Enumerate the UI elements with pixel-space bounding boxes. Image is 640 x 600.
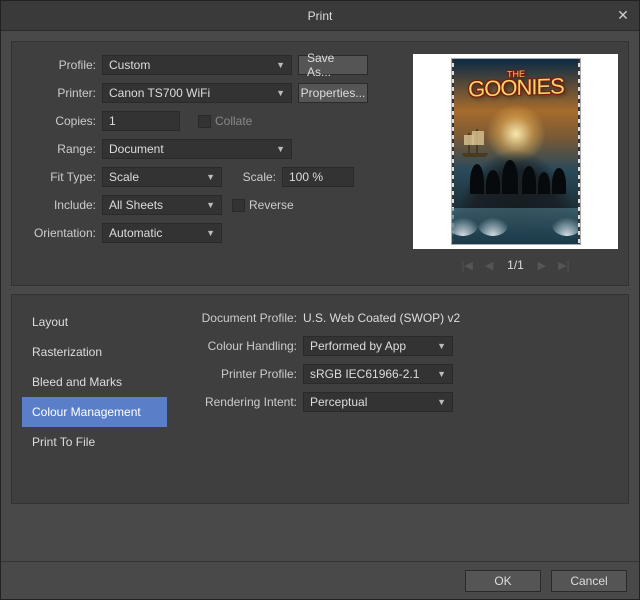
tab-content-colour: Document Profile: U.S. Web Coated (SWOP)… — [177, 307, 618, 491]
include-value: All Sheets — [109, 198, 163, 212]
collate-label: Collate — [215, 114, 252, 128]
chevron-down-icon: ▼ — [206, 228, 215, 238]
reverse-checkbox[interactable] — [232, 199, 245, 212]
chevron-down-icon: ▼ — [276, 60, 285, 70]
copies-label: Copies: — [22, 114, 102, 128]
dialog-content: Profile: Custom ▼ Save As... Printer: Ca… — [1, 31, 639, 561]
range-label: Range: — [22, 142, 102, 156]
tab-layout[interactable]: Layout — [22, 307, 167, 337]
dialog-footer: OK Cancel — [1, 561, 639, 599]
reverse-label: Reverse — [249, 198, 294, 212]
form-area: Profile: Custom ▼ Save As... Printer: Ca… — [22, 54, 403, 273]
scale-input[interactable]: 100 % — [282, 167, 354, 187]
last-page-icon[interactable]: ▶| — [556, 257, 572, 273]
page-indicator: 1/1 — [507, 258, 524, 272]
fit-value: Scale — [109, 170, 139, 184]
options-panel: Layout Rasterization Bleed and Marks Col… — [11, 294, 629, 504]
next-page-icon[interactable]: ▶ — [534, 257, 550, 273]
titlebar: Print ✕ — [1, 1, 639, 31]
chevron-down-icon: ▼ — [276, 144, 285, 154]
orient-label: Orientation: — [22, 226, 102, 240]
printer-value: Canon TS700 WiFi — [109, 86, 210, 100]
chevron-down-icon: ▼ — [437, 341, 446, 351]
fit-label: Fit Type: — [22, 170, 102, 184]
save-as-button[interactable]: Save As... — [298, 55, 368, 75]
chevron-down-icon: ▼ — [437, 397, 446, 407]
chevron-down-icon: ▼ — [206, 200, 215, 210]
intent-value: Perceptual — [310, 395, 367, 409]
print-dialog: Print ✕ Profile: Custom ▼ Save As... Pri… — [0, 0, 640, 600]
close-icon[interactable]: ✕ — [615, 7, 631, 23]
intent-label: Rendering Intent: — [185, 395, 303, 409]
profile-value: Custom — [109, 58, 150, 72]
include-select[interactable]: All Sheets ▼ — [102, 195, 222, 215]
copies-input[interactable]: 1 — [102, 111, 180, 131]
collate-checkbox[interactable] — [198, 115, 211, 128]
printer-select[interactable]: Canon TS700 WiFi ▼ — [102, 83, 292, 103]
chevron-down-icon: ▼ — [206, 172, 215, 182]
tab-colour-management[interactable]: Colour Management — [22, 397, 167, 427]
preview-page: THEGOONIES — [452, 59, 580, 244]
range-select[interactable]: Document ▼ — [102, 139, 292, 159]
window-title: Print — [308, 9, 333, 23]
fit-select[interactable]: Scale ▼ — [102, 167, 222, 187]
chevron-down-icon: ▼ — [437, 369, 446, 379]
tab-print-to-file[interactable]: Print To File — [22, 427, 167, 457]
options-tabs: Layout Rasterization Bleed and Marks Col… — [22, 307, 167, 491]
cancel-button[interactable]: Cancel — [551, 570, 627, 592]
docprofile-value: U.S. Web Coated (SWOP) v2 — [303, 311, 460, 325]
handling-label: Colour Handling: — [185, 339, 303, 353]
scale-label: Scale: — [222, 170, 282, 184]
handling-value: Performed by App — [310, 339, 406, 353]
prev-page-icon[interactable]: ◀ — [481, 257, 497, 273]
preview-canvas: THEGOONIES — [413, 54, 618, 249]
print-settings-panel: Profile: Custom ▼ Save As... Printer: Ca… — [11, 41, 629, 286]
pprofile-label: Printer Profile: — [185, 367, 303, 381]
page-navigator: |◀ ◀ 1/1 ▶ ▶| — [459, 257, 572, 273]
orient-value: Automatic — [109, 226, 162, 240]
include-label: Include: — [22, 198, 102, 212]
profile-select[interactable]: Custom ▼ — [102, 55, 292, 75]
first-page-icon[interactable]: |◀ — [459, 257, 475, 273]
orient-select[interactable]: Automatic ▼ — [102, 223, 222, 243]
printer-label: Printer: — [22, 86, 102, 100]
handling-select[interactable]: Performed by App ▼ — [303, 336, 453, 356]
intent-select[interactable]: Perceptual ▼ — [303, 392, 453, 412]
tab-rasterization[interactable]: Rasterization — [22, 337, 167, 367]
range-value: Document — [109, 142, 164, 156]
tab-bleed-marks[interactable]: Bleed and Marks — [22, 367, 167, 397]
preview-area: THEGOONIES |◀ ◀ 1/1 ▶ ▶| — [413, 54, 618, 273]
docprofile-label: Document Profile: — [185, 311, 303, 325]
chevron-down-icon: ▼ — [276, 88, 285, 98]
profile-label: Profile: — [22, 58, 102, 72]
ok-button[interactable]: OK — [465, 570, 541, 592]
properties-button[interactable]: Properties... — [298, 83, 368, 103]
pprofile-select[interactable]: sRGB IEC61966-2.1 ▼ — [303, 364, 453, 384]
pprofile-value: sRGB IEC61966-2.1 — [310, 367, 419, 381]
